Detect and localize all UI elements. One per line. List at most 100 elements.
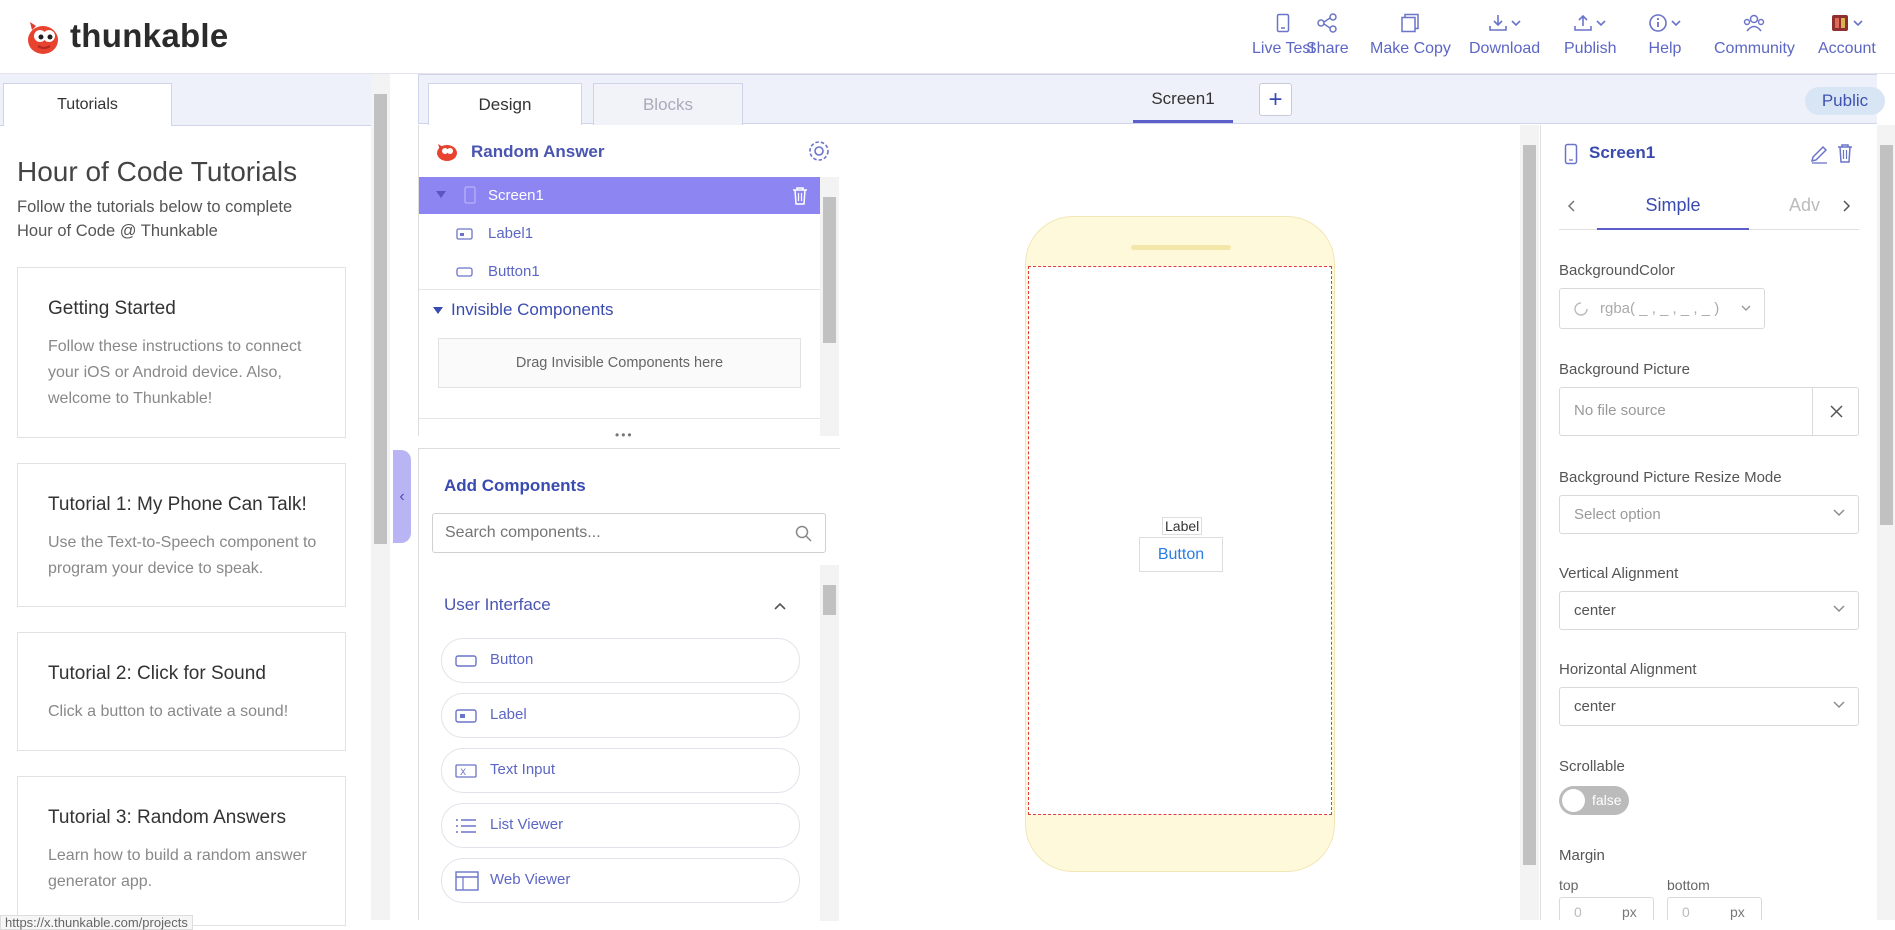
background-color-label: BackgroundColor [1559,262,1675,279]
caret-down-icon[interactable] [433,307,443,315]
background-color-picker[interactable]: rgba( _ , _ , _ , _ ) [1559,288,1765,329]
scrollable-toggle[interactable]: false [1559,786,1629,815]
component-list-viewer[interactable]: List Viewer [441,803,800,848]
tab-blocks[interactable]: Blocks [593,83,743,125]
chevron-down-icon [1833,605,1845,612]
component-button[interactable]: Button [441,638,800,683]
tutorial-card[interactable]: Tutorial 1: My Phone Can Talk! Use the T… [17,463,346,607]
tutorials-tabbar: Tutorials [0,74,371,126]
tree-item-label1[interactable]: Label1 [456,225,533,242]
upload-icon [1574,14,1606,31]
trash-icon[interactable] [1837,143,1853,163]
download-button[interactable]: Download [1469,10,1540,64]
scrollbar-thumb[interactable] [823,197,836,343]
tutorial-card[interactable]: Tutorial 2: Click for Sound Click a butt… [17,632,346,751]
scrollbar-thumb[interactable] [374,94,387,544]
component-label[interactable]: Label [441,693,800,738]
horizontal-alignment-select[interactable]: center [1559,687,1859,726]
tutorial-card[interactable]: Tutorial 3: Random Answers Learn how to … [17,776,346,926]
community-button[interactable]: Community [1714,10,1795,64]
help-button[interactable]: Help [1648,10,1682,64]
tutorials-panel: Tutorials Hour of Code Tutorials Follow … [0,74,390,926]
scrollbar-thumb[interactable] [823,585,836,615]
publish-button[interactable]: Publish [1564,10,1616,64]
canvas-button-component[interactable]: Button [1139,537,1223,572]
gear-icon[interactable] [807,139,831,163]
account-avatar-icon [1831,15,1863,31]
scrollable-value: false [1592,792,1622,808]
collapse-panel-button[interactable]: ‹ [393,450,411,543]
tree-item-button1[interactable]: Button1 [456,263,540,280]
share-icon [1317,13,1338,33]
margin-bottom-input[interactable]: 0 px [1667,897,1762,920]
search-icon[interactable] [795,525,812,542]
chevron-right-icon[interactable] [1843,200,1851,212]
chevron-up-icon[interactable] [774,602,786,610]
share-button[interactable]: Share [1306,10,1349,64]
trash-icon[interactable] [792,186,808,205]
phone-screen[interactable]: Label Button [1028,266,1332,815]
make-copy-button[interactable]: Make Copy [1370,10,1451,64]
scrollbar-thumb[interactable] [1523,145,1536,865]
resize-handle-icon[interactable]: ••• [615,428,634,442]
component-label: Text Input [490,761,556,778]
label-component-icon [455,709,477,723]
download-icon [1488,15,1521,31]
category-user-interface[interactable]: User Interface [444,595,551,615]
component-web-viewer[interactable]: Web Viewer [441,858,800,903]
tutorials-scrollbar[interactable] [371,74,390,920]
invisible-components-title[interactable]: Invisible Components [451,300,614,320]
tree-scrollbar[interactable] [820,177,839,436]
component-text-input[interactable]: X Text Input [441,748,800,793]
close-icon[interactable] [1830,405,1843,418]
tutorial-card-desc: Follow these instructions to connect you… [48,338,302,407]
canvas-scrollbar[interactable] [1520,125,1539,920]
tree-item-screen1[interactable]: Screen1 [419,177,820,214]
resize-mode-select[interactable]: Select option [1559,495,1859,534]
scrollbar-thumb[interactable] [1880,145,1893,525]
community-label: Community [1714,40,1795,57]
margin-top-input[interactable]: 0 px [1559,897,1654,920]
component-tree-panel: Random Answer Screen1 Label1 Button1 Inv… [418,125,840,442]
properties-title: Screen1 [1589,143,1656,162]
background-picture-field[interactable]: No file source [1559,387,1859,436]
button-component-icon [456,266,473,277]
chevron-left-icon[interactable] [1567,200,1575,212]
tab-simple[interactable]: Simple [1597,182,1749,230]
vertical-alignment-select[interactable]: center [1559,591,1859,630]
tutorials-title: Hour of Code Tutorials [17,156,298,187]
search-components-box[interactable] [432,513,826,553]
public-badge[interactable]: Public [1805,87,1885,115]
toggle-knob [1562,789,1585,812]
tutorial-card[interactable]: Getting Started Follow these instruction… [17,267,346,438]
pencil-icon[interactable] [1809,144,1829,164]
project-mascot-icon [437,144,457,161]
tutorial-card-title: Tutorial 2: Click for Sound [48,663,266,684]
add-screen-button[interactable]: + [1259,83,1292,116]
account-button[interactable]: Account [1818,10,1876,64]
tab-tutorials[interactable]: Tutorials [3,83,172,126]
tutorial-card-title: Getting Started [48,298,176,319]
spinner-icon [1574,302,1588,316]
thunkable-logo[interactable]: thunkable [24,16,229,56]
background-color-value: rgba( _ , _ , _ , _ ) [1600,300,1720,317]
resize-mode-label: Background Picture Resize Mode [1559,469,1782,486]
svg-text:X: X [460,768,466,778]
phone-preview: Label Button [1025,216,1335,872]
caret-down-icon[interactable] [436,191,446,199]
tab-advanced[interactable]: Adv [1789,195,1820,216]
horizontal-alignment-label: Horizontal Alignment [1559,661,1697,678]
canvas-label-component[interactable]: Label [1162,517,1203,535]
tab-design[interactable]: Design [428,83,582,125]
margin-bottom-unit: px [1730,904,1745,920]
tutorial-card-desc: Learn how to build a random answer gener… [48,847,307,890]
divider [1812,388,1813,435]
tab-screen1[interactable]: Screen1 [1133,89,1233,109]
components-scrollbar[interactable] [820,565,839,921]
properties-scrollbar[interactable] [1877,125,1895,920]
invisible-components-dropzone[interactable]: Drag Invisible Components here [438,338,801,388]
copy-icon [1401,13,1420,33]
search-input[interactable] [445,522,785,544]
tutorial-card-desc: Click a button to activate a sound! [48,703,289,720]
make-copy-label: Make Copy [1370,40,1451,57]
